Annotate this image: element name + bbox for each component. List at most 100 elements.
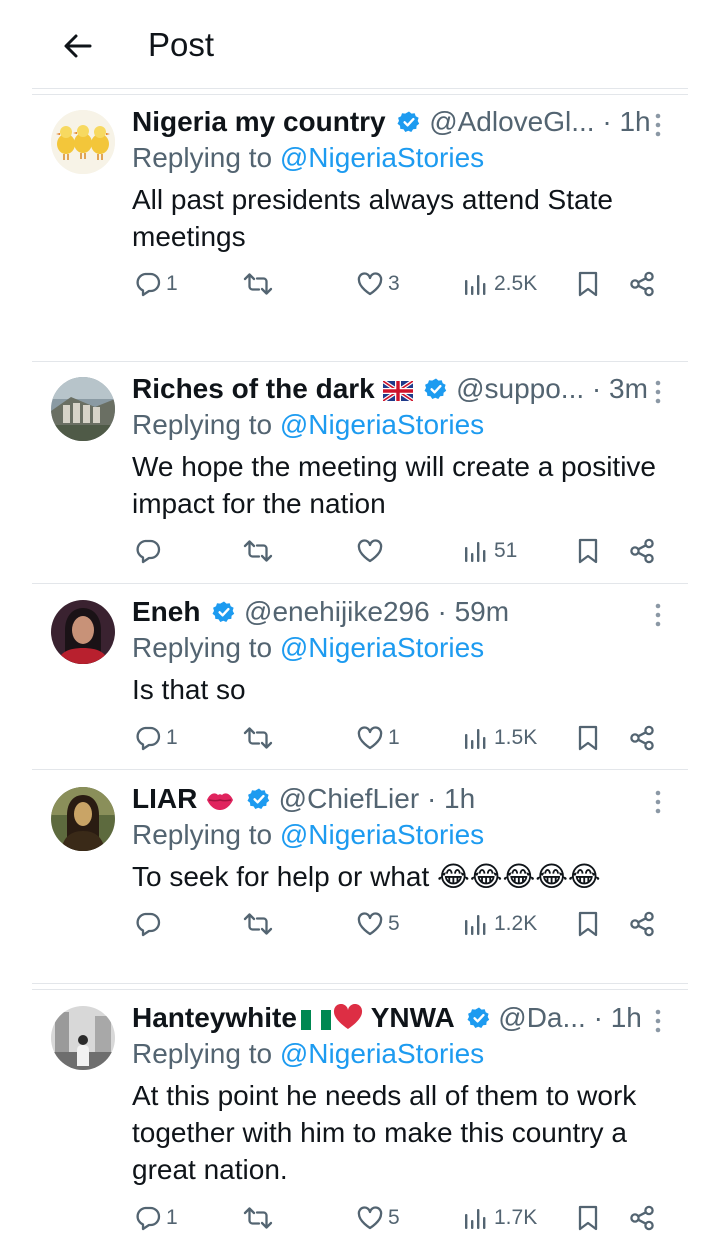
replying-to-link[interactable]: @NigeriaStories <box>280 632 484 663</box>
avatar[interactable] <box>51 600 115 664</box>
share-button[interactable] <box>628 531 656 571</box>
action-bar: 51 <box>0 531 720 571</box>
bookmark-button[interactable] <box>574 718 602 758</box>
like-button[interactable]: 1 <box>356 718 400 758</box>
share-button[interactable] <box>628 904 656 944</box>
verified-badge-icon <box>247 787 271 811</box>
timestamp[interactable]: · 3m <box>592 373 648 404</box>
avatar[interactable] <box>51 110 115 174</box>
display-name[interactable]: Nigeria my country <box>132 106 386 137</box>
user-handle[interactable]: @AdloveGl... <box>429 106 594 137</box>
user-handle[interactable]: @ChiefLier <box>279 783 419 814</box>
reply-button[interactable]: 1 <box>134 718 178 758</box>
bookmark-button[interactable] <box>574 531 602 571</box>
like-button[interactable]: 5 <box>356 1198 400 1238</box>
heart-icon <box>356 910 384 938</box>
reply-button[interactable] <box>134 904 166 944</box>
views-button[interactable]: 2.5K <box>462 264 537 304</box>
user-handle[interactable]: @enehijike296 <box>244 596 430 627</box>
tweet-header: Hanteywhite YNWA @Da... · 1h <box>132 1000 642 1036</box>
reply-tweet[interactable]: Hanteywhite YNWA @Da... · 1h Replying to… <box>0 996 720 1254</box>
user-handle[interactable]: @suppo... <box>456 373 584 404</box>
views-button[interactable]: 1.2K <box>462 904 537 944</box>
share-button[interactable] <box>628 264 656 304</box>
more-options-icon[interactable] <box>648 377 668 407</box>
replying-to-link[interactable]: @NigeriaStories <box>280 1038 484 1069</box>
timestamp[interactable]: · 1h <box>427 783 475 814</box>
bookmark-icon <box>574 1204 602 1232</box>
reply-count: 1 <box>166 726 178 749</box>
share-button[interactable] <box>628 718 656 758</box>
retweet-button[interactable] <box>242 904 278 944</box>
view-count: 1.7K <box>494 1206 538 1229</box>
retweet-button[interactable] <box>242 718 278 758</box>
more-options-icon[interactable] <box>648 1006 668 1036</box>
reply-button[interactable] <box>134 531 166 571</box>
bookmark-button[interactable] <box>574 1198 602 1238</box>
timestamp[interactable]: · 1h <box>594 1002 642 1033</box>
like-button[interactable] <box>356 531 388 571</box>
tweet-header: LIAR @ChiefLier · 1h <box>132 781 475 817</box>
bookmark-button[interactable] <box>574 264 602 304</box>
bookmark-icon <box>574 910 602 938</box>
avatar[interactable] <box>51 787 115 851</box>
verified-badge-icon <box>212 600 236 624</box>
more-options-icon[interactable] <box>648 110 668 140</box>
replying-to-link[interactable]: @NigeriaStories <box>280 409 484 440</box>
timestamp[interactable]: · 59m <box>437 596 509 627</box>
kiss-lips-icon <box>207 793 234 810</box>
view-count: 1.5K <box>494 726 538 749</box>
reply-icon <box>134 910 162 938</box>
user-handle[interactable]: @Da... <box>498 1002 586 1033</box>
reply-button[interactable]: 1 <box>134 1198 178 1238</box>
tweet-text: At this point he needs all of them to wo… <box>132 1080 637 1185</box>
replying-to: Replying to @NigeriaStories <box>132 630 484 666</box>
display-name[interactable]: LIAR <box>132 783 197 814</box>
views-icon <box>462 724 490 752</box>
tweet-header: Nigeria my country @AdloveGl... · 1h <box>132 104 651 140</box>
reply-tweet[interactable]: LIAR @ChiefLier · 1h Replying to @Nigeri… <box>0 777 720 982</box>
share-button[interactable] <box>628 1198 656 1238</box>
retweet-button[interactable] <box>242 264 278 304</box>
replying-to: Replying to @NigeriaStories <box>132 407 484 443</box>
divider <box>32 983 688 984</box>
like-button[interactable]: 3 <box>356 264 400 304</box>
back-arrow-icon[interactable] <box>58 26 98 66</box>
divider <box>32 989 688 990</box>
like-count: 5 <box>388 912 400 935</box>
avatar[interactable] <box>51 377 115 441</box>
display-name[interactable]: Eneh <box>132 596 200 627</box>
action-bar: 1 5 1.7K <box>0 1198 720 1238</box>
action-bar: 1 3 2.5K <box>0 264 720 304</box>
bookmark-icon <box>574 537 602 565</box>
more-options-icon[interactable] <box>648 600 668 630</box>
replying-to-link[interactable]: @NigeriaStories <box>280 142 484 173</box>
bookmark-button[interactable] <box>574 904 602 944</box>
display-name-suffix[interactable]: YNWA <box>371 1002 455 1033</box>
replying-to-label: Replying to <box>132 819 280 850</box>
share-icon <box>628 910 656 938</box>
red-heart-icon <box>333 1004 362 1029</box>
reply-tweet[interactable]: Eneh @enehijike296 · 59m Replying to @Ni… <box>0 590 720 766</box>
display-name[interactable]: Riches of the dark <box>132 373 375 404</box>
reply-tweet[interactable]: Riches of the dark @suppo... · 3m Replyi… <box>0 367 720 581</box>
replying-to-label: Replying to <box>132 632 280 663</box>
display-name[interactable]: Hanteywhite <box>132 1002 297 1033</box>
reply-button[interactable]: 1 <box>134 264 178 304</box>
verified-badge-icon <box>467 1006 491 1030</box>
retweet-button[interactable] <box>242 1198 278 1238</box>
views-button[interactable]: 1.7K <box>462 1198 537 1238</box>
avatar[interactable] <box>51 1006 115 1070</box>
view-count: 2.5K <box>494 272 538 295</box>
timestamp[interactable]: · 1h <box>602 106 650 137</box>
like-button[interactable]: 5 <box>356 904 400 944</box>
views-button[interactable]: 51 <box>462 531 517 571</box>
divider <box>32 94 688 95</box>
replying-to-link[interactable]: @NigeriaStories <box>280 819 484 850</box>
more-options-icon[interactable] <box>648 787 668 817</box>
retweet-icon <box>242 724 274 752</box>
reply-tweet[interactable]: Nigeria my country @AdloveGl... · 1h Rep… <box>0 100 720 360</box>
views-button[interactable]: 1.5K <box>462 718 537 758</box>
view-count: 51 <box>494 539 518 562</box>
retweet-button[interactable] <box>242 531 278 571</box>
